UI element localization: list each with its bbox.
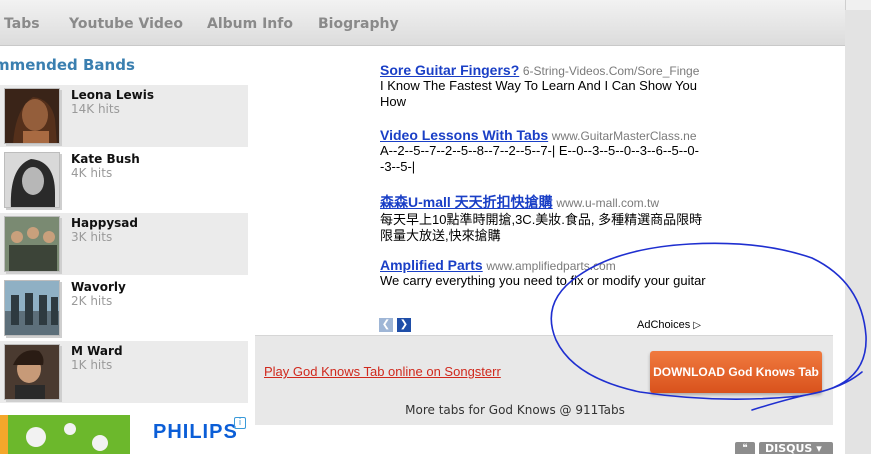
philips-ad-graphic: [0, 415, 130, 454]
ad-url[interactable]: www.amplifiedparts.com: [486, 259, 615, 273]
adchoices-triangle-icon: ▷: [693, 320, 701, 331]
philips-ad-splash: [0, 415, 130, 454]
band-name[interactable]: Kate Bush: [71, 152, 140, 166]
text-ad-1: Sore Guitar Fingers? 6-String-Videos.Com…: [380, 62, 710, 110]
ad-description: A--2--5--7--2--5--8--7--2--5--7-| E--0--…: [380, 143, 699, 174]
band-item-leona-lewis[interactable]: Leona Lewis 14K hits: [0, 85, 248, 147]
sidebar-title: mmended Bands: [0, 56, 135, 74]
recommended-bands-sidebar: mmended Bands Leona Lewis 14K hits Kate …: [0, 53, 248, 454]
ad-title-link[interactable]: 森森U-mall 天天折扣快搶購: [380, 194, 553, 210]
band-photo-image: [5, 345, 59, 399]
adchoices-label: AdChoices: [637, 319, 691, 331]
text-ad-4: Amplified Parts www.amplifiedparts.com W…: [380, 257, 710, 289]
ad-next-arrow-icon[interactable]: ❯: [397, 318, 411, 332]
download-tab-button[interactable]: DOWNLOAD God Knows Tab: [650, 351, 822, 393]
band-item-wavorly[interactable]: Wavorly 2K hits: [0, 277, 248, 339]
ad-title-link[interactable]: Amplified Parts: [380, 257, 483, 273]
band-hits: 4K hits: [71, 166, 113, 180]
songsterr-link[interactable]: Play God Knows Tab online on Songsterr: [264, 364, 501, 379]
tab-bar: Tabs Youtube Video Album Info Biography: [0, 0, 845, 46]
tab-download-box: Play God Knows Tab online on Songsterr D…: [255, 335, 833, 425]
band-photo-image: [5, 217, 59, 271]
ad-info-icon[interactable]: i: [234, 417, 246, 429]
ad-description: I Know The Fastest Way To Learn And I Ca…: [380, 78, 698, 109]
band-name[interactable]: Wavorly: [71, 280, 126, 294]
page-background-gutter: [845, 0, 871, 454]
ad-url[interactable]: www.GuitarMasterClass.ne: [552, 129, 697, 143]
ad-url[interactable]: www.u-mall.com.tw: [556, 196, 659, 210]
band-name[interactable]: Happysad: [71, 216, 138, 230]
tab-album-info[interactable]: Album Info: [207, 16, 293, 32]
band-photo-kate-bush[interactable]: [4, 152, 60, 208]
band-photo-image: [5, 153, 59, 207]
band-hits: 3K hits: [71, 230, 113, 244]
philips-logo: PHILIPS: [153, 421, 238, 443]
band-photo-image: [5, 281, 59, 335]
scroll-corner: [845, 0, 871, 10]
band-name[interactable]: M Ward: [71, 344, 123, 358]
comment-bubble-icon[interactable]: ❝: [735, 442, 755, 454]
band-photo-image: [5, 89, 59, 143]
band-photo-leona-lewis[interactable]: [4, 88, 60, 144]
text-ad-3: 森森U-mall 天天折扣快搶購 www.u-mall.com.tw 每天早上1…: [380, 192, 710, 244]
band-item-happysad[interactable]: Happysad 3K hits: [0, 213, 248, 275]
tab-youtube-video[interactable]: Youtube Video: [69, 16, 183, 32]
band-name[interactable]: Leona Lewis: [71, 88, 154, 102]
tab-tabs[interactable]: Tabs: [4, 16, 40, 32]
band-item-m-ward[interactable]: M Ward 1K hits: [0, 341, 248, 403]
more-tabs-link[interactable]: More tabs for God Knows @ 911Tabs: [255, 403, 775, 417]
tab-biography[interactable]: Biography: [318, 16, 399, 32]
ad-description: We carry everything you need to fix or m…: [380, 273, 706, 288]
band-photo-m-ward[interactable]: [4, 344, 60, 400]
ad-title-link[interactable]: Sore Guitar Fingers?: [380, 62, 519, 78]
band-hits: 2K hits: [71, 294, 113, 308]
disqus-label: DISQUS: [765, 442, 813, 454]
band-item-kate-bush[interactable]: Kate Bush 4K hits: [0, 149, 248, 211]
philips-banner-ad[interactable]: PHILIPS i: [0, 415, 248, 454]
band-photo-wavorly[interactable]: [4, 280, 60, 336]
ad-url[interactable]: 6-String-Videos.Com/Sore_Finge: [523, 64, 700, 78]
ad-title-link[interactable]: Video Lessons With Tabs: [380, 127, 548, 143]
text-ad-2: Video Lessons With Tabs www.GuitarMaster…: [380, 127, 710, 175]
ad-description: 每天早上10點準時開搶,3C.美妝.食品, 多種精選商品限時限量大放送,快來搶購: [380, 212, 703, 243]
adchoices-link[interactable]: AdChoices ▷: [637, 319, 701, 331]
disqus-button[interactable]: DISQUS ▾: [759, 442, 833, 454]
chevron-down-icon: ▾: [816, 442, 822, 454]
band-hits: 14K hits: [71, 102, 120, 116]
ad-prev-arrow-icon[interactable]: ❮: [379, 318, 393, 332]
band-hits: 1K hits: [71, 358, 113, 372]
band-photo-happysad[interactable]: [4, 216, 60, 272]
